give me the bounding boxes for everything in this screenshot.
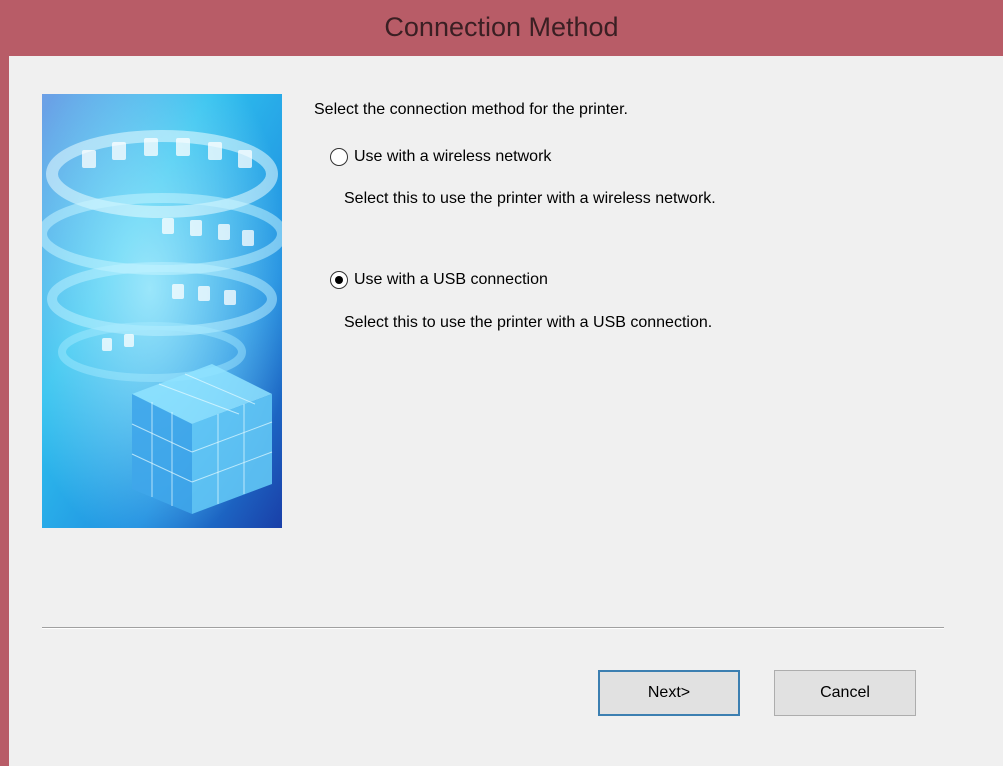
instruction-text: Select the connection method for the pri… <box>314 101 628 118</box>
usb-connection-option[interactable]: Use with a USB connection <box>330 271 548 289</box>
window-title-bar[interactable]: Connection Method <box>0 0 1003 56</box>
wireless-network-label[interactable]: Use with a wireless network <box>354 148 551 166</box>
window-left-border <box>0 56 9 766</box>
usb-connection-label[interactable]: Use with a USB connection <box>354 271 548 289</box>
next-button[interactable]: Next> <box>598 670 740 716</box>
usb-connection-radio[interactable] <box>330 271 348 289</box>
window-title: Connection Method <box>384 12 619 42</box>
usb-connection-description: Select this to use the printer with a US… <box>344 314 713 331</box>
printer-banner-image <box>42 94 282 528</box>
wireless-network-radio[interactable] <box>330 148 348 166</box>
wireless-network-description: Select this to use the printer with a wi… <box>344 190 716 207</box>
footer-separator <box>42 627 944 629</box>
connection-method-dialog: Connection Method Select the connection … <box>0 0 1003 766</box>
cancel-button[interactable]: Cancel <box>774 670 916 716</box>
wireless-network-option[interactable]: Use with a wireless network <box>330 148 551 166</box>
printer-network-illustration-icon <box>42 94 282 528</box>
